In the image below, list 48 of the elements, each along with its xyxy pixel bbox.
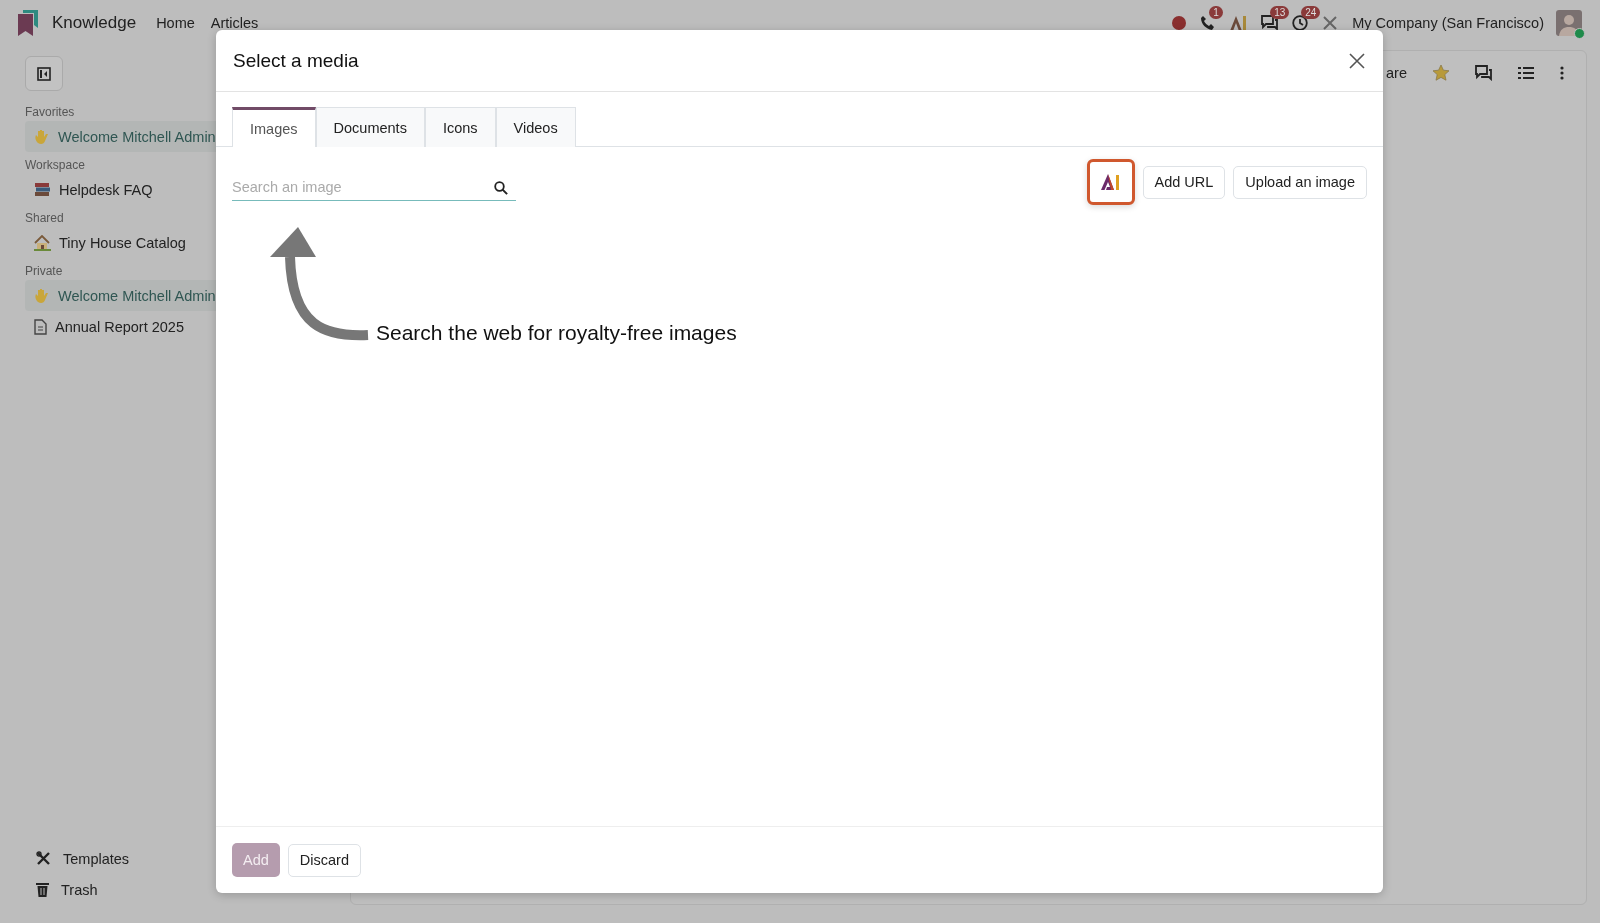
chat-icon[interactable] (1261, 15, 1279, 31)
search-field[interactable]: Search an image (232, 173, 516, 201)
section-title: Workspace (25, 158, 86, 172)
star-icon[interactable] (1433, 65, 1449, 81)
ai-button[interactable] (1086, 159, 1135, 205)
clock-icon[interactable] (1292, 15, 1309, 31)
section-title: Favorites (25, 105, 76, 119)
section-title: Shared (25, 211, 65, 225)
notification-badge: 24 (1301, 6, 1321, 19)
online-status-icon (1574, 28, 1585, 39)
close-icon[interactable] (1349, 52, 1365, 69)
section-title: Private (25, 264, 64, 278)
nav-link[interactable]: Home (156, 15, 195, 31)
chat-icon[interactable] (1475, 65, 1492, 81)
notification-badge: 1 (1209, 6, 1223, 19)
sidebar-toggle-button[interactable] (25, 56, 63, 91)
tab[interactable]: Videos (495, 107, 576, 147)
share-button[interactable]: are (1386, 65, 1407, 81)
trash-icon (36, 882, 49, 897)
discard-button[interactable]: Discard (287, 843, 361, 877)
notification-badge: 13 (1270, 6, 1290, 19)
ai-logo-icon (1100, 174, 1121, 190)
phone-icon[interactable] (1200, 15, 1217, 31)
sidebar-panel-icon (37, 66, 51, 81)
hand-icon (34, 128, 50, 145)
tab[interactable]: Icons (424, 107, 496, 147)
company-switcher[interactable]: My Company (San Francisco) (1352, 15, 1544, 31)
list-icon[interactable] (1518, 66, 1534, 80)
dialog-title: Select a media (233, 49, 359, 72)
more-icon[interactable] (1560, 66, 1564, 80)
recording-dot-icon[interactable] (1172, 16, 1187, 30)
tab[interactable]: Images (232, 107, 316, 147)
house-icon (34, 234, 51, 251)
hand-icon (34, 287, 50, 304)
books-icon (34, 182, 51, 197)
ai-icon[interactable] (1230, 15, 1248, 31)
hint-text: Search the web for royalty-free images (376, 321, 737, 345)
sidebar-item[interactable]: Annual Report 2025 (25, 311, 245, 342)
action-button[interactable]: Upload an image (1233, 165, 1367, 199)
logo-icon (18, 10, 38, 36)
search-icon[interactable] (494, 180, 508, 195)
sidebar-item[interactable]: Tiny House Catalog (25, 227, 245, 258)
action-button[interactable]: Add URL (1142, 165, 1226, 199)
sidebar-link[interactable]: Trash (25, 874, 245, 905)
app-name[interactable]: Knowledge (52, 13, 137, 33)
tab[interactable]: Documents (315, 107, 425, 147)
document-icon (34, 318, 47, 335)
nav-link[interactable]: Articles (210, 15, 259, 31)
